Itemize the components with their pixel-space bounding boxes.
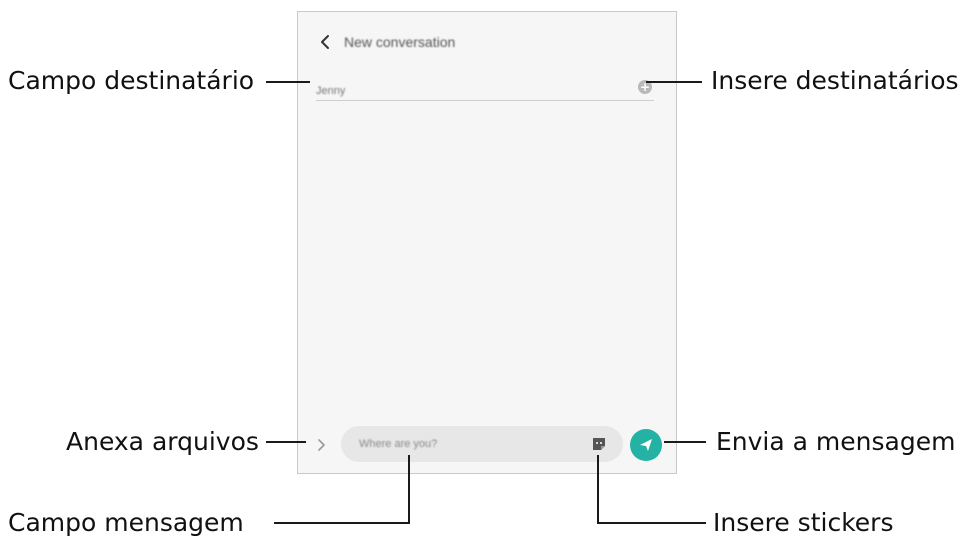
label-add-recipients: Insere destinatários [711,66,959,95]
send-icon [640,439,652,451]
phone-screen: New conversation Jenny + Where are you? [297,11,677,474]
back-button[interactable] [314,31,336,53]
connector-add-recipients [646,81,702,83]
app-header: New conversation [314,31,455,53]
label-recipient-field: Campo destinatário [8,66,255,95]
recipient-value: Jenny [316,85,346,97]
connector-send-message [664,441,706,443]
page-title: New conversation [344,34,456,50]
message-placeholder: Where are you? [359,438,438,450]
message-input[interactable]: Where are you? [341,426,623,462]
connector-message-field-v [408,455,410,524]
sticker-icon [593,438,605,450]
connector-message-field-h [274,522,410,524]
attach-button[interactable] [313,435,329,455]
connector-insert-stickers-h [597,522,706,524]
send-button[interactable] [630,429,662,461]
connector-recipient-field [266,81,310,83]
label-insert-stickers: Insere stickers [713,508,894,537]
recipient-field[interactable]: Jenny + [316,80,654,101]
connector-attach-files [266,441,306,443]
sticker-button[interactable] [591,436,607,452]
label-send-message: Envia a mensagem [716,427,956,456]
chevron-right-icon [317,439,325,451]
label-message-field: Campo mensagem [8,508,244,537]
chevron-left-icon [321,35,329,49]
label-attach-files: Anexa arquivos [66,427,259,456]
connector-insert-stickers-v [597,455,599,524]
